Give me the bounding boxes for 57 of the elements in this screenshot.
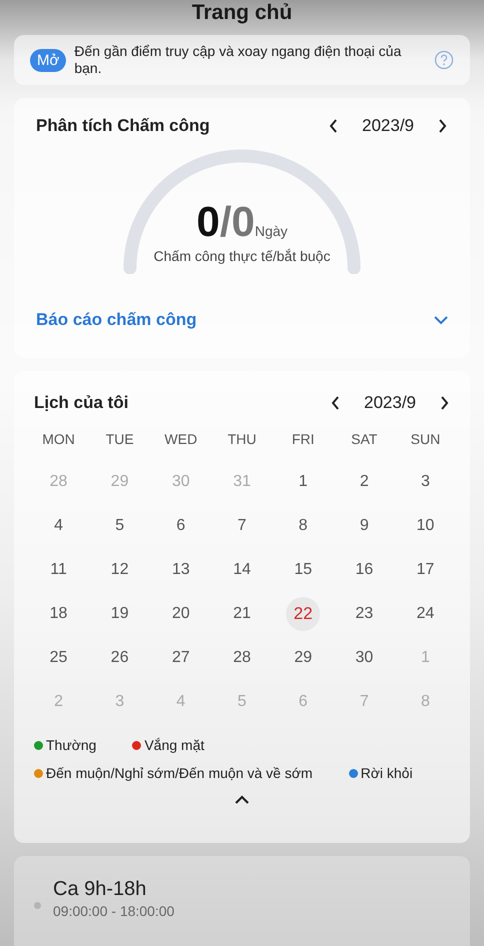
report-link[interactable]: Báo cáo chấm công xyxy=(36,310,197,330)
weekday-label: WED xyxy=(164,431,198,449)
weekday-label: FRI xyxy=(290,431,316,449)
card-title: Phân tích Chấm công xyxy=(36,116,211,136)
collapse-icon[interactable] xyxy=(234,795,250,805)
calendar-day[interactable]: 27 xyxy=(164,641,198,675)
page-title: Trang chủ xyxy=(190,0,294,26)
weekday-label: THU xyxy=(226,431,258,449)
calendar-day[interactable]: 6 xyxy=(164,509,198,543)
calendar-day[interactable]: 7 xyxy=(224,509,259,543)
month-label: 2023/9 xyxy=(362,116,414,136)
calendar-day[interactable]: 28 xyxy=(224,641,259,675)
calendar-day[interactable]: 24 xyxy=(408,597,442,631)
weekday-label: SAT xyxy=(350,431,378,449)
calendar-day[interactable]: 16 xyxy=(347,553,382,587)
calendar-day[interactable]: 26 xyxy=(102,641,137,675)
calendar-day[interactable]: 12 xyxy=(102,553,137,587)
calendar-day[interactable]: 1 xyxy=(286,465,320,499)
calendar-day[interactable]: 4 xyxy=(42,509,76,543)
calendar-day[interactable]: 22 xyxy=(286,597,320,631)
card-title: Lịch của tôi xyxy=(34,393,130,413)
calendar-day[interactable]: 17 xyxy=(408,553,442,587)
gauge-caption: Chấm công thực tế/bắt buộc xyxy=(154,248,330,264)
weekday-label: SUN xyxy=(410,431,442,449)
weekday-label: MON xyxy=(41,431,76,449)
unit-label: Ngày xyxy=(254,223,288,239)
weekday-label: TUE xyxy=(104,431,135,449)
required-count: /0 xyxy=(220,198,255,246)
calendar-day[interactable]: 19 xyxy=(102,597,137,631)
calendar-day[interactable]: 11 xyxy=(42,553,76,587)
calendar-day[interactable]: 10 xyxy=(408,509,442,543)
legend-label: Vắng mặt xyxy=(144,737,204,753)
calendar-day[interactable]: 20 xyxy=(164,597,198,631)
calendar-day[interactable]: 30 xyxy=(347,641,382,675)
shift-name: Ca 9h-18h xyxy=(53,878,148,901)
calendar-day[interactable]: 21 xyxy=(224,597,259,631)
month-label: 2023/9 xyxy=(364,393,416,413)
expand-icon[interactable] xyxy=(434,316,448,324)
legend-label: Đến muộn/Nghỉ sớm/Đến muộn và về sớm xyxy=(46,765,313,781)
calendar-day[interactable]: 14 xyxy=(224,553,259,587)
calendar-day[interactable]: 8 xyxy=(286,509,320,543)
open-button[interactable]: Mở xyxy=(30,48,66,72)
calendar-day[interactable]: 2 xyxy=(347,465,382,499)
shift-time: 09:00:00 - 18:00:00 xyxy=(53,903,174,919)
calendar-day[interactable]: 3 xyxy=(408,465,442,499)
hint-text: Đến gần điểm truy cập và xoay ngang điện thoại của bạn. xyxy=(74,43,402,77)
actual-count: 0 xyxy=(196,198,220,246)
calendar-day[interactable]: 9 xyxy=(347,509,382,543)
calendar-day[interactable]: 18 xyxy=(42,597,76,631)
calendar-day[interactable]: 29 xyxy=(286,641,320,675)
calendar-day[interactable]: 5 xyxy=(102,509,137,543)
calendar-day[interactable]: 13 xyxy=(164,553,198,587)
legend-label: Thường xyxy=(46,737,96,753)
legend-label: Rời khỏi xyxy=(360,765,413,781)
calendar-day[interactable]: 25 xyxy=(42,641,76,675)
calendar-day[interactable]: 15 xyxy=(286,553,320,587)
calendar-day[interactable]: 23 xyxy=(347,597,382,631)
